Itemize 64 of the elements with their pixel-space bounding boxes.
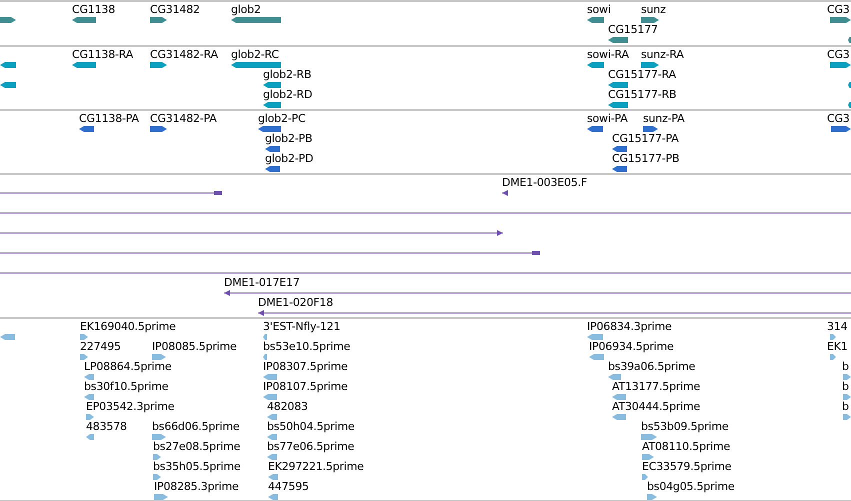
feature-label: sunz-RA (641, 48, 684, 61)
feature-label: bs53b09.5prime (641, 420, 728, 433)
feature-label: EK1 (827, 340, 848, 353)
feature-label: AT30444.5prime (612, 400, 700, 413)
feature-label: bs04g05.5prime (647, 480, 734, 493)
feature-label: CG3 (827, 3, 850, 16)
feature-label: sowi (587, 3, 611, 16)
feature-label: 314 (827, 320, 848, 333)
feature-label: IP08285.3prime (154, 480, 239, 493)
feature-label: sunz (641, 3, 666, 16)
feature-label: CG3 (827, 112, 850, 125)
feature-label: IP06834.3prime (587, 320, 672, 333)
feature-label: sowi-RA (587, 48, 629, 61)
feature-label: glob2-PC (258, 112, 306, 125)
feature-label: CG31482 (150, 3, 200, 16)
feature-label: EK297221.5prime (268, 460, 364, 473)
feature-label: AT13177.5prime (612, 380, 700, 393)
feature-label: 447595 (268, 480, 309, 493)
feature-label: CG1138-RA (72, 48, 134, 61)
feature-label: CG15177-PA (612, 132, 679, 145)
feature-label: bs35h05.5prime (153, 460, 240, 473)
feature-label: bs39a06.5prime (608, 360, 696, 373)
feature-label: sunz-PA (643, 112, 684, 125)
feature-label: 227495 (80, 340, 121, 353)
feature-label: DME1-017E17 (224, 276, 300, 289)
feature-label: 482083 (267, 400, 308, 413)
feature-label: glob2-RB (263, 68, 312, 81)
feature-label: CG31482-PA (150, 112, 217, 125)
feature-label: AT08110.5prime (642, 440, 730, 453)
feature-label: b (842, 360, 849, 373)
feature-label: 3'EST-Nfly-121 (263, 320, 340, 333)
feature-label: DME1-003E05.F (502, 176, 588, 189)
feature-label: IP08107.5prime (263, 380, 348, 393)
feature-label: DME1-020F18 (258, 296, 333, 309)
feature-label: bs77e06.5prime (267, 440, 354, 453)
feature-label: bs50h04.5prime (267, 420, 354, 433)
feature-label: CG15177-RB (608, 88, 676, 101)
feature-label: glob2-RC (231, 48, 279, 61)
feature-label: CG31482-RA (150, 48, 218, 61)
feature-label: EP03542.3prime (86, 400, 174, 413)
feature-label: glob2-PB (265, 132, 312, 145)
feature-label: CG15177-RA (608, 68, 676, 81)
feature-label: bs30f10.5prime (84, 380, 168, 393)
feature-label: IP08307.5prime (263, 360, 348, 373)
feature-label: sowi-PA (587, 112, 628, 125)
feature-label: bs66d06.5prime (152, 420, 240, 433)
feature-label: glob2-PD (265, 152, 314, 165)
feature-label: EC33579.5prime (642, 460, 732, 473)
feature-label: bs53e10.5prime (263, 340, 350, 353)
feature-label: CG15177-PB (612, 152, 680, 165)
feature-label: CG1138-PA (79, 112, 139, 125)
feature-label: b (842, 400, 849, 413)
feature-label: CG1138 (72, 3, 115, 16)
feature-label: LP08864.5prime (84, 360, 172, 373)
feature-label: b (842, 380, 849, 393)
feature-label: glob2-RD (263, 88, 312, 101)
feature-label: 483578 (86, 420, 127, 433)
feature-label: EK169040.5prime (80, 320, 176, 333)
feature-label: IP08085.5prime (152, 340, 237, 353)
feature-label: CG15177 (608, 23, 658, 36)
feature-label: glob2 (231, 3, 261, 16)
feature-label: IP06934.5prime (589, 340, 674, 353)
feature-label: bs27e08.5prime (153, 440, 240, 453)
feature-label: CG3 (827, 48, 850, 61)
